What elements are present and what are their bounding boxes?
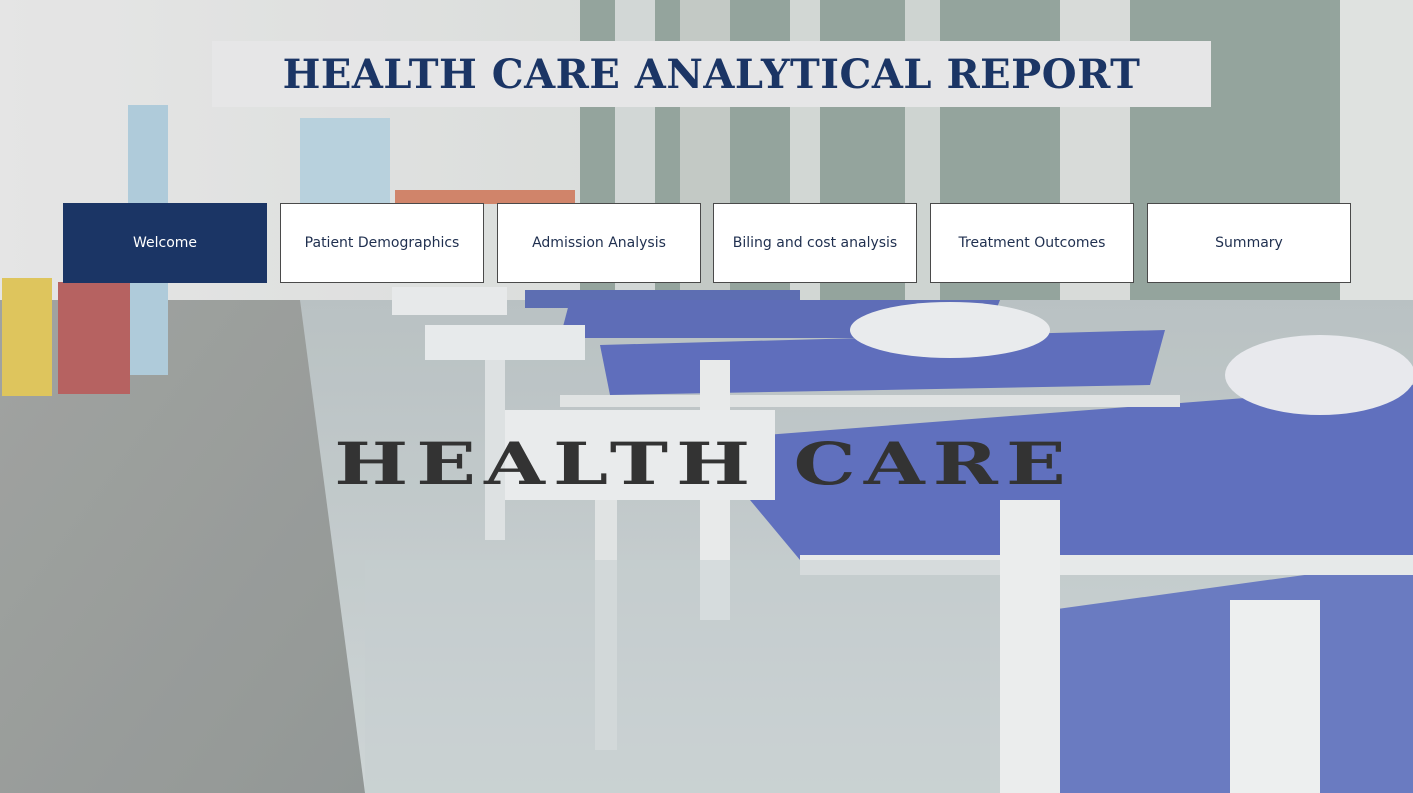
hero-heading: HEALTH CARE	[334, 430, 1074, 498]
nav-button-welcome[interactable]: Welcome	[63, 203, 267, 283]
nav-button-treatment-outcomes[interactable]: Treatment Outcomes	[930, 203, 1134, 283]
nav-button-patient-demographics[interactable]: Patient Demographics	[280, 203, 484, 283]
report-page: HEALTH CARE ANALYTICAL REPORT Welcome Pa…	[0, 0, 1413, 793]
background-overlay	[0, 0, 1413, 793]
nav-button-admission-analysis[interactable]: Admission Analysis	[497, 203, 701, 283]
nav-button-billing-cost-analysis[interactable]: Biling and cost analysis	[713, 203, 917, 283]
title-banner: HEALTH CARE ANALYTICAL REPORT	[212, 41, 1211, 107]
nav-button-summary[interactable]: Summary	[1147, 203, 1351, 283]
page-navigation: Welcome Patient Demographics Admission A…	[63, 203, 1352, 283]
report-title: HEALTH CARE ANALYTICAL REPORT	[282, 50, 1141, 98]
